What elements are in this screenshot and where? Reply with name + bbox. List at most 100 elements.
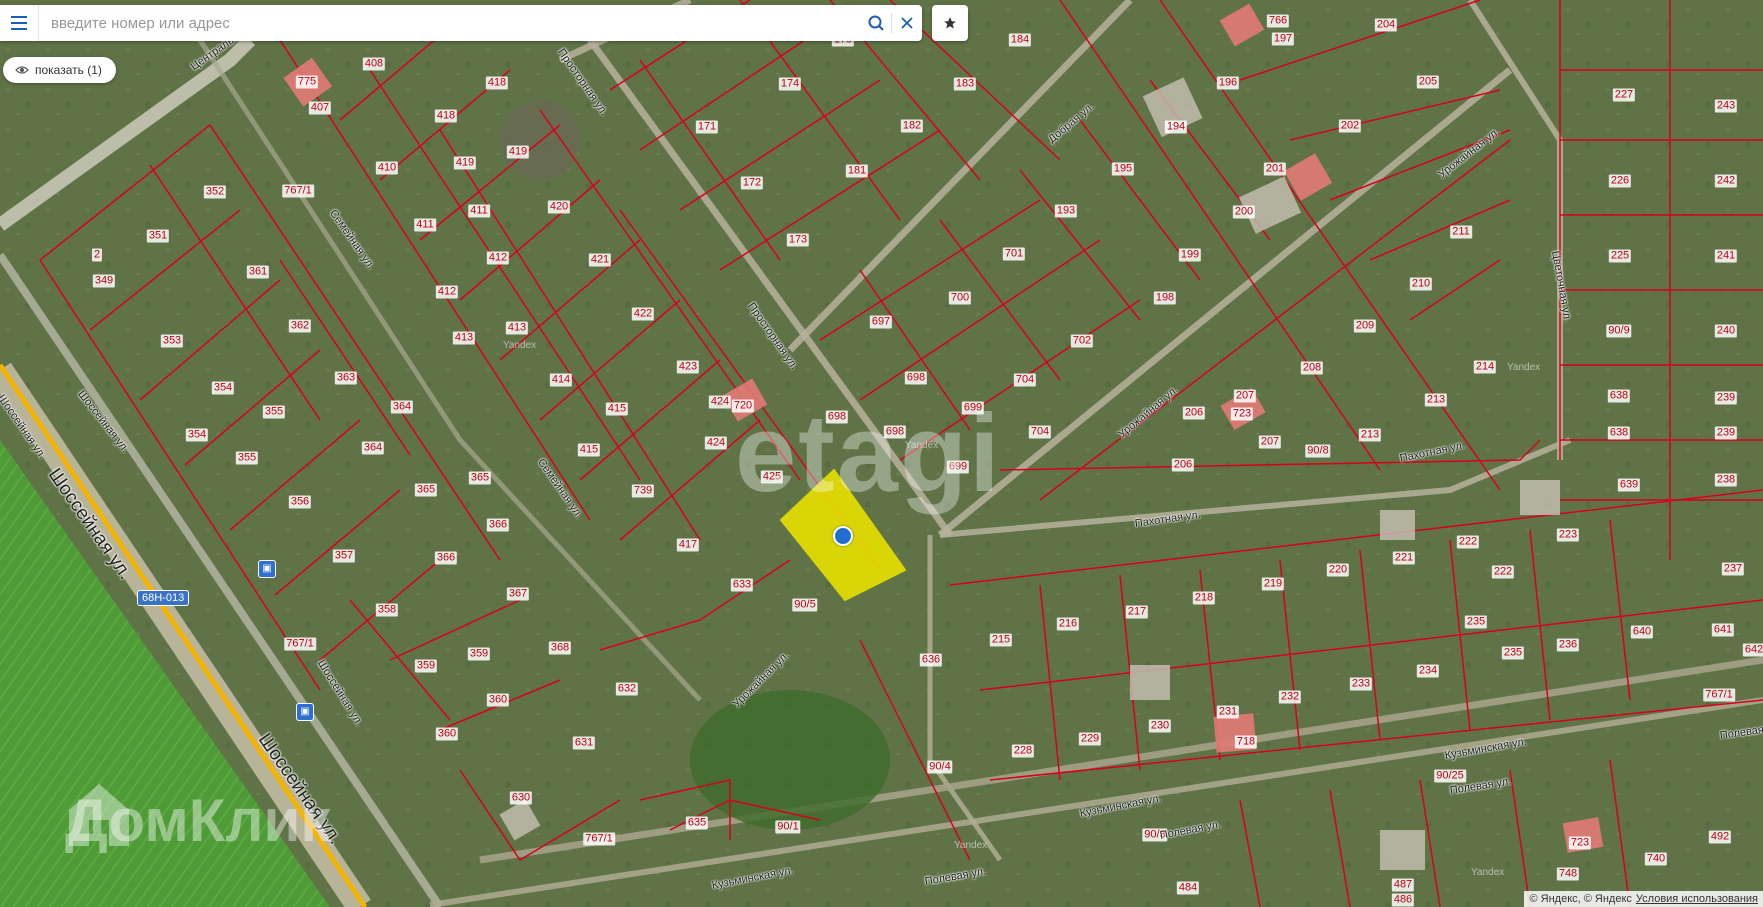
plot-label[interactable]: 632 (615, 682, 639, 696)
plot-label[interactable]: 407 (308, 101, 332, 115)
clear-button[interactable] (892, 5, 922, 41)
plot-label[interactable]: 701 (1002, 247, 1026, 261)
plot-label[interactable]: 357 (332, 549, 356, 563)
plot-label[interactable]: 210 (1409, 277, 1433, 291)
plot-label[interactable]: 194 (1164, 120, 1188, 134)
plot-label[interactable]: 243 (1714, 99, 1738, 113)
plot-label[interactable]: 414 (549, 373, 573, 387)
plot-label[interactable]: 195 (1111, 162, 1135, 176)
plot-label[interactable]: 201 (1263, 162, 1287, 176)
plot-label[interactable]: 205 (1416, 75, 1440, 89)
location-marker[interactable] (833, 526, 853, 546)
plot-label[interactable]: 359 (414, 659, 438, 673)
plot-label[interactable]: 767/1 (282, 184, 314, 198)
plot-label[interactable]: 182 (900, 119, 924, 133)
plot-label[interactable]: 173 (786, 233, 810, 247)
plot-label[interactable]: 229 (1078, 732, 1102, 746)
plot-label[interactable]: 352 (203, 185, 227, 199)
favorites-button[interactable] (932, 5, 968, 41)
plot-label[interactable]: 365 (468, 471, 492, 485)
plot-label[interactable]: 415 (605, 402, 629, 416)
plot-label[interactable]: 204 (1374, 18, 1398, 32)
plot-label[interactable]: 638 (1607, 426, 1631, 440)
plot-label[interactable]: 213 (1358, 428, 1382, 442)
plot-label[interactable]: 215 (989, 633, 1013, 647)
plot-label[interactable]: 702 (1070, 334, 1094, 348)
plot-label[interactable]: 236 (1556, 638, 1580, 652)
plot-label[interactable]: 355 (235, 451, 259, 465)
plot-label[interactable]: 199 (1178, 248, 1202, 262)
plot-label[interactable]: 411 (468, 204, 490, 218)
plot-label[interactable]: 413 (452, 331, 476, 345)
plot-label[interactable]: 739 (631, 484, 655, 498)
plot-label[interactable]: 355 (262, 405, 286, 419)
plot-label[interactable]: 218 (1192, 591, 1216, 605)
map-area[interactable]: 775 407 408 418 418 419 410 419 411 420 … (0, 0, 1763, 907)
plot-label[interactable]: 484 (1176, 881, 1200, 895)
plot-label[interactable]: 217 (1125, 605, 1149, 619)
plot-label[interactable]: 219 (1261, 577, 1285, 591)
plot-label[interactable]: 222 (1491, 565, 1515, 579)
plot-label[interactable]: 364 (361, 441, 385, 455)
plot-label[interactable]: 423 (676, 360, 700, 374)
plot-label[interactable]: 2 (91, 248, 103, 262)
plot-label[interactable]: 214 (1473, 360, 1497, 374)
plot-label[interactable]: 366 (434, 551, 458, 565)
plot-label[interactable]: 366 (486, 518, 510, 532)
plot-label[interactable]: 412 (486, 251, 510, 265)
plot-label[interactable]: 767/1 (583, 832, 615, 846)
plot-label[interactable]: 419 (453, 156, 477, 170)
plot-label[interactable]: 358 (375, 603, 399, 617)
plot-label[interactable]: 242 (1714, 174, 1738, 188)
plot-label[interactable]: 90/8 (1305, 444, 1331, 458)
plot-label[interactable]: 767/1 (1703, 688, 1735, 702)
terms-link[interactable]: Условия использования (1636, 893, 1758, 905)
plot-label[interactable]: 422 (631, 307, 655, 321)
plot-label[interactable]: 360 (486, 693, 510, 707)
plot-label[interactable]: 198 (1153, 291, 1177, 305)
plot-label[interactable]: 700 (948, 291, 972, 305)
plot-label[interactable]: 412 (435, 285, 459, 299)
plot-label[interactable]: 197 (1271, 32, 1295, 46)
plot-label[interactable]: 641 (1711, 623, 1735, 637)
plot-label[interactable]: 90/25 (1434, 769, 1466, 783)
plot-label[interactable]: 228 (1011, 744, 1035, 758)
plot-label[interactable]: 360 (435, 727, 459, 741)
plot-label[interactable]: 183 (953, 77, 977, 91)
plot-label[interactable]: 424 (708, 395, 732, 409)
plot-label[interactable]: 642 (1742, 643, 1763, 657)
plot-label[interactable]: 486 (1391, 893, 1415, 907)
bus-stop-icon[interactable]: ▣ (296, 703, 314, 721)
plot-label[interactable]: 767/1 (284, 637, 316, 651)
search-input[interactable] (39, 5, 861, 41)
plot-label[interactable]: 718 (1234, 735, 1258, 749)
bus-stop-icon[interactable]: ▣ (258, 560, 276, 578)
plot-label[interactable]: 704 (1028, 425, 1052, 439)
plot-label[interactable]: 171 (695, 120, 719, 134)
plot-label[interactable]: 418 (485, 76, 509, 90)
plot-label[interactable]: 633 (730, 578, 754, 592)
plot-label[interactable]: 239 (1714, 391, 1738, 405)
plot-label[interactable]: 775 (295, 75, 319, 89)
plot-label[interactable]: 704 (1013, 373, 1037, 387)
plot-label[interactable]: 640 (1630, 625, 1654, 639)
plot-label[interactable]: 200 (1232, 205, 1256, 219)
plot-label[interactable]: 184 (1008, 33, 1032, 47)
plot-label[interactable]: 172 (740, 176, 764, 190)
plot-label[interactable]: 90/9 (1606, 324, 1632, 338)
plot-label[interactable]: 181 (845, 164, 869, 178)
plot-label[interactable]: 368 (548, 641, 572, 655)
plot-label[interactable]: 362 (288, 319, 312, 333)
plot-label[interactable]: 226 (1608, 174, 1632, 188)
plot-label[interactable]: 635 (685, 816, 709, 830)
plot-label[interactable]: 213 (1424, 393, 1448, 407)
plot-label[interactable]: 353 (160, 334, 184, 348)
plot-label[interactable]: 766 (1266, 14, 1290, 28)
plot-label[interactable]: 222 (1456, 535, 1480, 549)
plot-label[interactable]: 359 (467, 647, 491, 661)
plot-label[interactable]: 411 (414, 218, 436, 232)
plot-label[interactable]: 723 (1568, 836, 1592, 850)
plot-label[interactable]: 487 (1391, 878, 1415, 892)
plot-label[interactable]: 639 (1617, 478, 1641, 492)
show-filter-button[interactable]: показать (1) (3, 57, 116, 83)
